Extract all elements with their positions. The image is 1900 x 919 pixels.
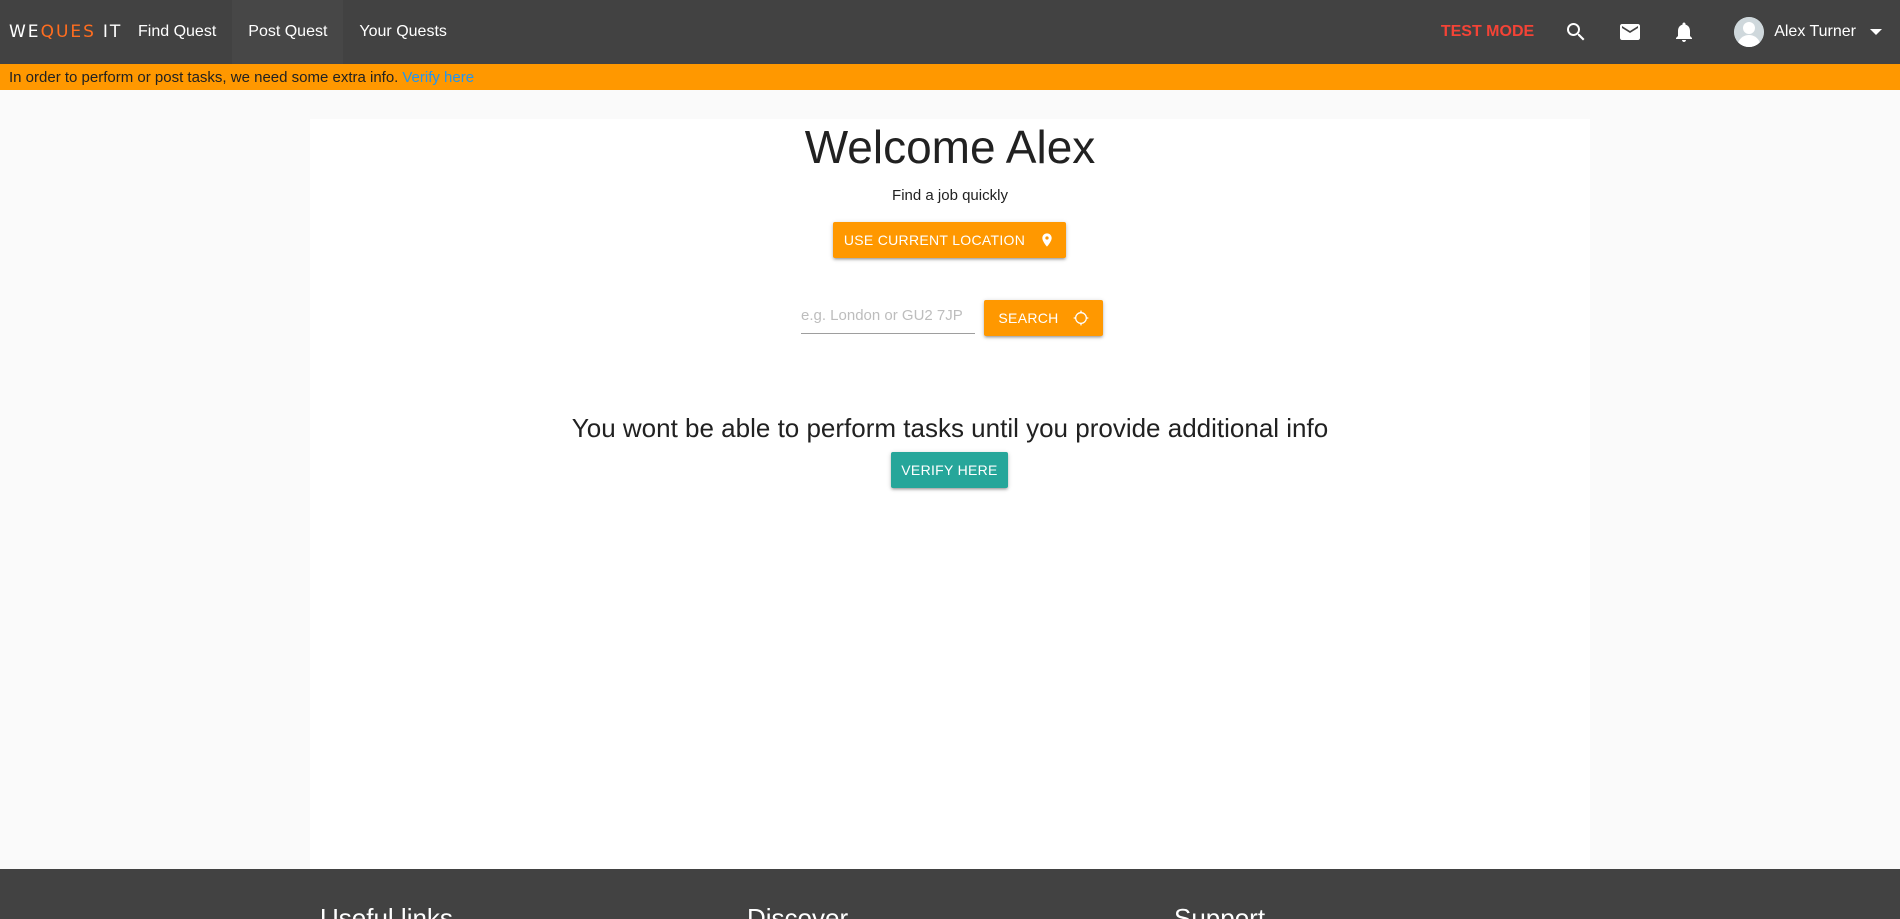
- banner-text: In order to perform or post tasks, we ne…: [9, 68, 399, 86]
- wequestit-logo[interactable]: WE QUES IT: [0, 0, 122, 64]
- location-button-label: USE CURRENT LOCATION: [843, 232, 1026, 248]
- location-pin-icon: [1042, 233, 1052, 247]
- page-title: Welcome Alex: [804, 121, 1096, 173]
- bell-icon[interactable]: [1672, 20, 1696, 44]
- nav-find-quest[interactable]: Find Quest: [122, 0, 232, 64]
- navbar-right-group: TEST MODE Alex Turner: [1441, 0, 1900, 64]
- search-button-label: SEARCH: [998, 310, 1059, 326]
- avatar: [1734, 17, 1765, 47]
- verify-here-button[interactable]: VERIFY HERE: [891, 452, 1008, 488]
- footer-heading-discover: Discover: [747, 903, 849, 919]
- logo-part-we: WE: [9, 22, 41, 42]
- verification-banner: In order to perform or post tasks, we ne…: [0, 64, 1900, 90]
- user-menu[interactable]: Alex Turner: [1734, 17, 1882, 47]
- banner-verify-link[interactable]: Verify here: [402, 69, 474, 86]
- mail-icon[interactable]: [1618, 20, 1642, 44]
- logo-part-it: IT: [102, 22, 123, 42]
- location-search-input[interactable]: [801, 298, 975, 334]
- nav-post-quest[interactable]: Post Quest: [232, 0, 344, 64]
- chevron-down-icon: [1870, 29, 1882, 35]
- top-navbar: WE QUES IT Find Quest Post Quest Your Ques…: [0, 0, 1900, 64]
- verification-warning: You wont be able to perform tasks until …: [571, 413, 1329, 443]
- user-name: Alex Turner: [1774, 23, 1856, 40]
- subtitle: Find a job quickly: [892, 187, 1008, 204]
- footer-heading-support: Support: [1174, 903, 1266, 919]
- footer-heading-useful-links: Useful links: [320, 903, 453, 919]
- test-mode-badge: TEST MODE: [1440, 23, 1535, 40]
- logo-part-ques: QUES: [40, 22, 96, 42]
- nav-your-quests[interactable]: Your Quests: [343, 0, 462, 64]
- search-button[interactable]: SEARCH: [984, 300, 1103, 336]
- verify-button-label: VERIFY HERE: [901, 462, 998, 478]
- footer: Useful links Discover Support: [0, 869, 1900, 919]
- use-current-location-button[interactable]: USE CURRENT LOCATION: [833, 222, 1066, 258]
- search-icon[interactable]: [1564, 20, 1588, 44]
- crosshair-icon: [1073, 310, 1088, 326]
